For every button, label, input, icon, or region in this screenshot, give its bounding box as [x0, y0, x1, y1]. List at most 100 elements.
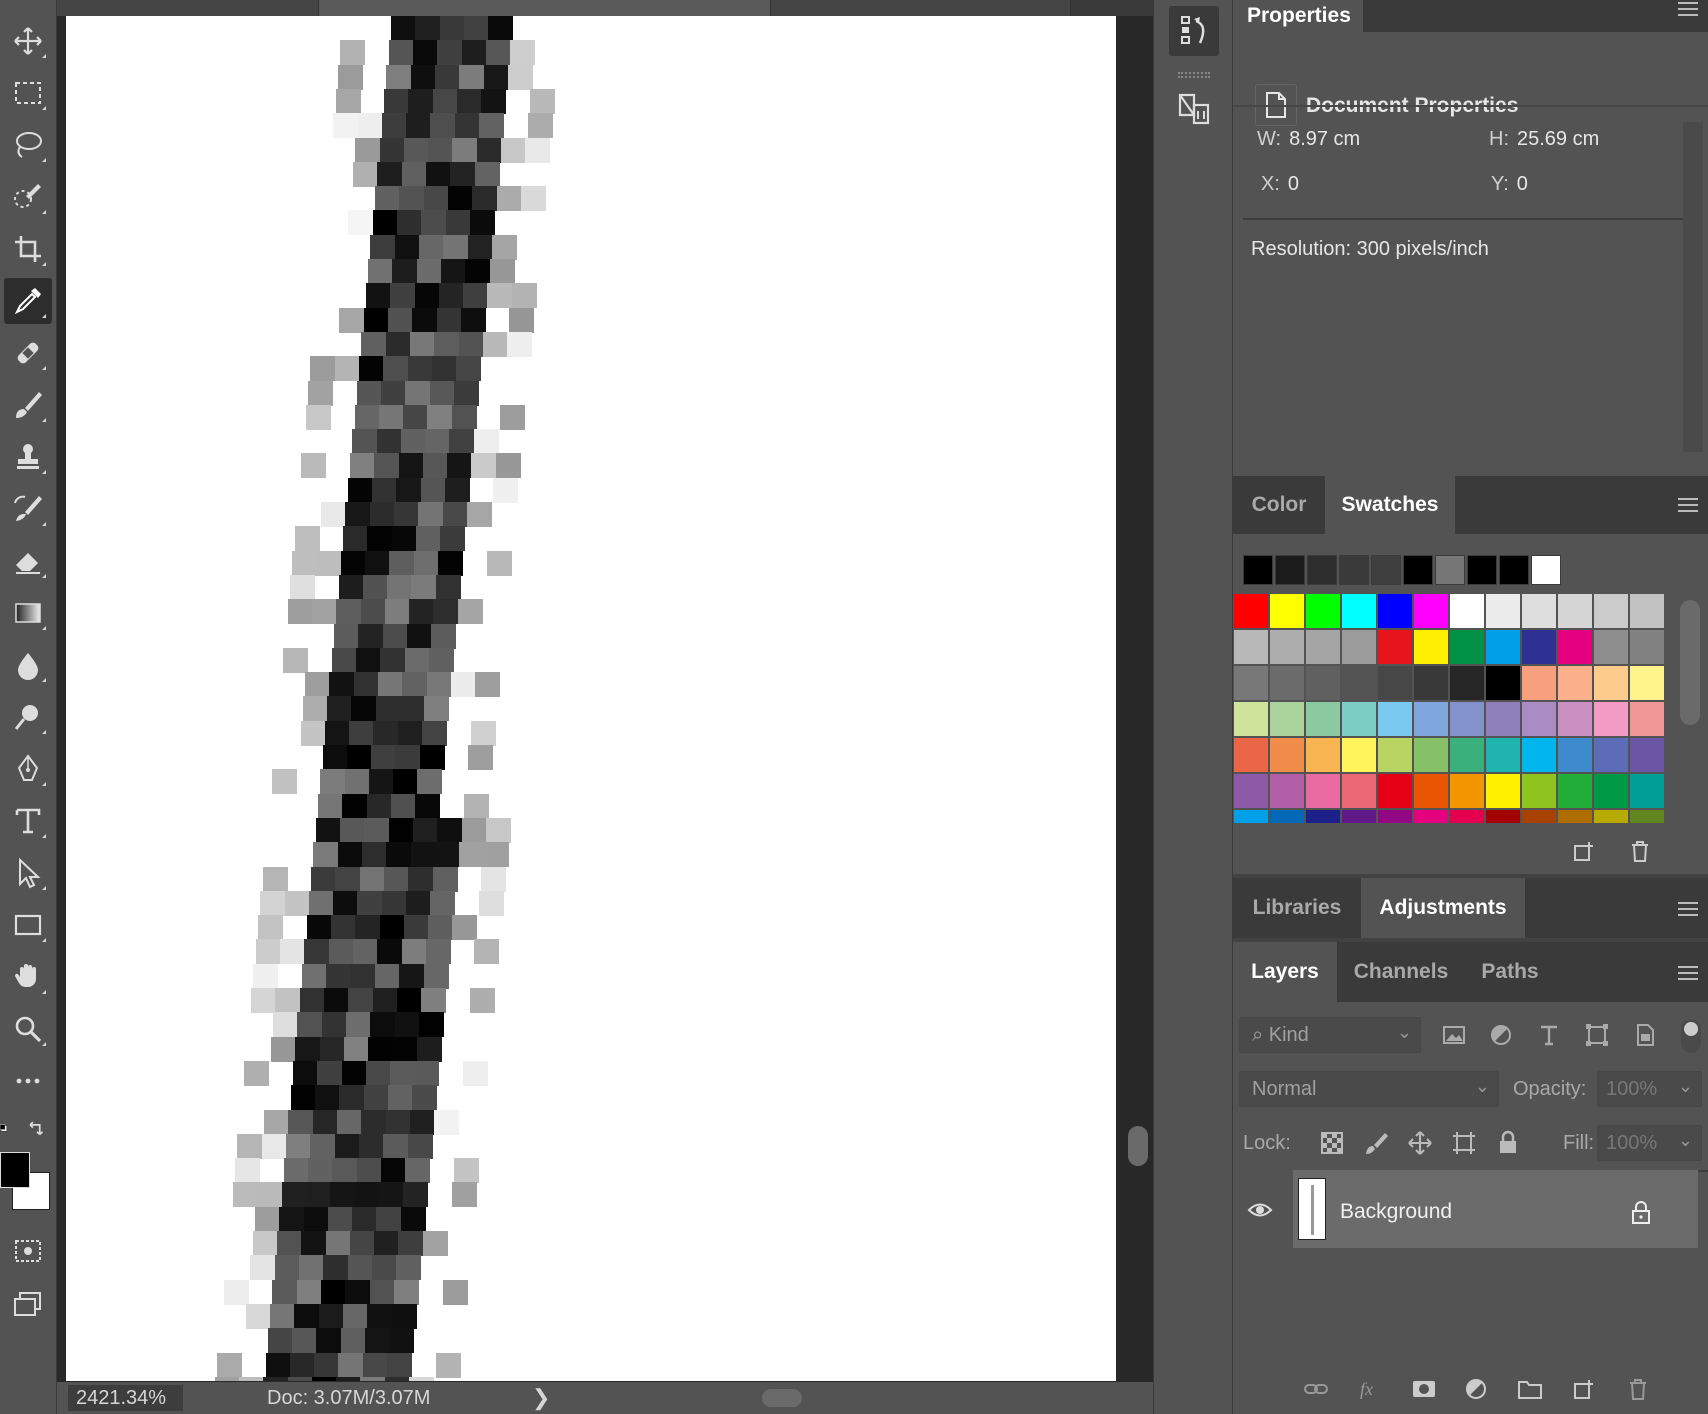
default-colors-icon[interactable]	[0, 1120, 18, 1143]
swatch[interactable]	[1450, 666, 1484, 700]
swatch[interactable]	[1630, 666, 1664, 700]
swatches-scrollbar-thumb[interactable]	[1680, 600, 1700, 725]
swatch[interactable]	[1486, 810, 1520, 823]
crop-tool[interactable]	[4, 226, 52, 272]
path-select-tool[interactable]	[4, 850, 52, 896]
swatch[interactable]	[1522, 594, 1556, 628]
lock-position-button[interactable]	[1405, 1128, 1435, 1158]
swatch[interactable]	[1378, 810, 1412, 823]
gradient-tool[interactable]	[4, 590, 52, 636]
document-tab[interactable]	[771, 0, 1071, 16]
add-mask-button[interactable]	[1409, 1374, 1439, 1404]
type-tool[interactable]	[4, 798, 52, 844]
tab-swatches[interactable]: Swatches	[1325, 476, 1455, 534]
swatch[interactable]	[1594, 774, 1628, 808]
swatch[interactable]	[1450, 738, 1484, 772]
swatch[interactable]	[1450, 630, 1484, 664]
swatch[interactable]	[1306, 630, 1340, 664]
fill-field[interactable]: 100% ⌄	[1597, 1125, 1702, 1161]
recent-swatch[interactable]	[1499, 555, 1529, 585]
filter-smart-object-button[interactable]	[1630, 1020, 1660, 1050]
swatch[interactable]	[1522, 630, 1556, 664]
filter-toggle[interactable]	[1681, 1019, 1701, 1053]
swatch[interactable]	[1594, 594, 1628, 628]
recent-swatch[interactable]	[1435, 555, 1465, 585]
swatch[interactable]	[1486, 774, 1520, 808]
document-canvas[interactable]	[66, 16, 1116, 1381]
swatch[interactable]	[1270, 630, 1304, 664]
recent-swatch[interactable]	[1531, 555, 1561, 585]
document-tab-active[interactable]	[319, 0, 771, 16]
swatch[interactable]	[1378, 666, 1412, 700]
rectangle-tool[interactable]	[4, 902, 52, 948]
panel-menu-icon[interactable]	[1678, 2, 1698, 16]
lock-transparent-button[interactable]	[1317, 1128, 1347, 1158]
swatch[interactable]	[1486, 630, 1520, 664]
lock-artboard-button[interactable]	[1449, 1128, 1479, 1158]
swatch[interactable]	[1270, 810, 1304, 823]
more-tools[interactable]	[4, 1058, 52, 1104]
screen-mode-button[interactable]	[4, 1282, 52, 1328]
zoom-tool[interactable]	[4, 1006, 52, 1052]
swatch[interactable]	[1270, 738, 1304, 772]
healing-brush-tool[interactable]	[4, 330, 52, 376]
recent-swatch[interactable]	[1339, 555, 1369, 585]
swatch[interactable]	[1558, 702, 1592, 736]
dodge-tool[interactable]	[4, 694, 52, 740]
swatch[interactable]	[1486, 594, 1520, 628]
eraser-tool[interactable]	[4, 538, 52, 584]
layer-lock-icon[interactable]	[1626, 1198, 1656, 1228]
recent-swatch[interactable]	[1467, 555, 1497, 585]
hand-tool[interactable]	[4, 954, 52, 1000]
swatch[interactable]	[1306, 702, 1340, 736]
swatch[interactable]	[1414, 666, 1448, 700]
swatch[interactable]	[1378, 774, 1412, 808]
delete-layer-button[interactable]	[1623, 1374, 1653, 1404]
swatch[interactable]	[1270, 594, 1304, 628]
swatch[interactable]	[1378, 594, 1412, 628]
swatch[interactable]	[1594, 630, 1628, 664]
y-field[interactable]: Y: 0	[1491, 173, 1528, 196]
swatch[interactable]	[1306, 594, 1340, 628]
glyph-panel-button[interactable]	[1169, 84, 1219, 134]
filter-pixel-button[interactable]	[1439, 1020, 1469, 1050]
swatch[interactable]	[1558, 774, 1592, 808]
status-menu-arrow[interactable]: ❯	[532, 1385, 550, 1411]
swatch[interactable]	[1306, 666, 1340, 700]
swatch[interactable]	[1378, 702, 1412, 736]
recent-swatch[interactable]	[1403, 555, 1433, 585]
filter-shape-button[interactable]	[1582, 1020, 1612, 1050]
layer-name[interactable]: Background	[1340, 1200, 1452, 1224]
swatch[interactable]	[1306, 774, 1340, 808]
swatch[interactable]	[1234, 702, 1268, 736]
swatch[interactable]	[1342, 738, 1376, 772]
swatch[interactable]	[1270, 666, 1304, 700]
document-tab[interactable]	[57, 0, 319, 16]
swatch[interactable]	[1342, 594, 1376, 628]
move-tool[interactable]	[4, 18, 52, 64]
tab-adjustments[interactable]: Adjustments	[1361, 878, 1525, 938]
swatch[interactable]	[1486, 702, 1520, 736]
tab-paths[interactable]: Paths	[1465, 942, 1555, 1002]
pen-tool[interactable]	[4, 746, 52, 792]
lock-pixels-button[interactable]	[1361, 1128, 1391, 1158]
recent-swatch[interactable]	[1243, 555, 1273, 585]
swatch[interactable]	[1522, 702, 1556, 736]
swatch[interactable]	[1630, 810, 1664, 823]
swatch[interactable]	[1414, 594, 1448, 628]
swatch[interactable]	[1234, 738, 1268, 772]
swatch[interactable]	[1414, 774, 1448, 808]
delete-swatch-button[interactable]	[1625, 836, 1655, 866]
swatch[interactable]	[1234, 810, 1268, 823]
link-layers-button[interactable]	[1301, 1374, 1331, 1404]
lock-all-button[interactable]	[1493, 1128, 1523, 1158]
swatch[interactable]	[1342, 810, 1376, 823]
swatch[interactable]	[1414, 630, 1448, 664]
swatch[interactable]	[1630, 630, 1664, 664]
dock-grip[interactable]	[1178, 72, 1210, 78]
swatch[interactable]	[1630, 702, 1664, 736]
zoom-level[interactable]: 2421.34%	[68, 1385, 183, 1411]
swatch[interactable]	[1414, 702, 1448, 736]
swatch[interactable]	[1234, 666, 1268, 700]
blend-mode-select[interactable]: Normal ⌄	[1239, 1071, 1499, 1107]
